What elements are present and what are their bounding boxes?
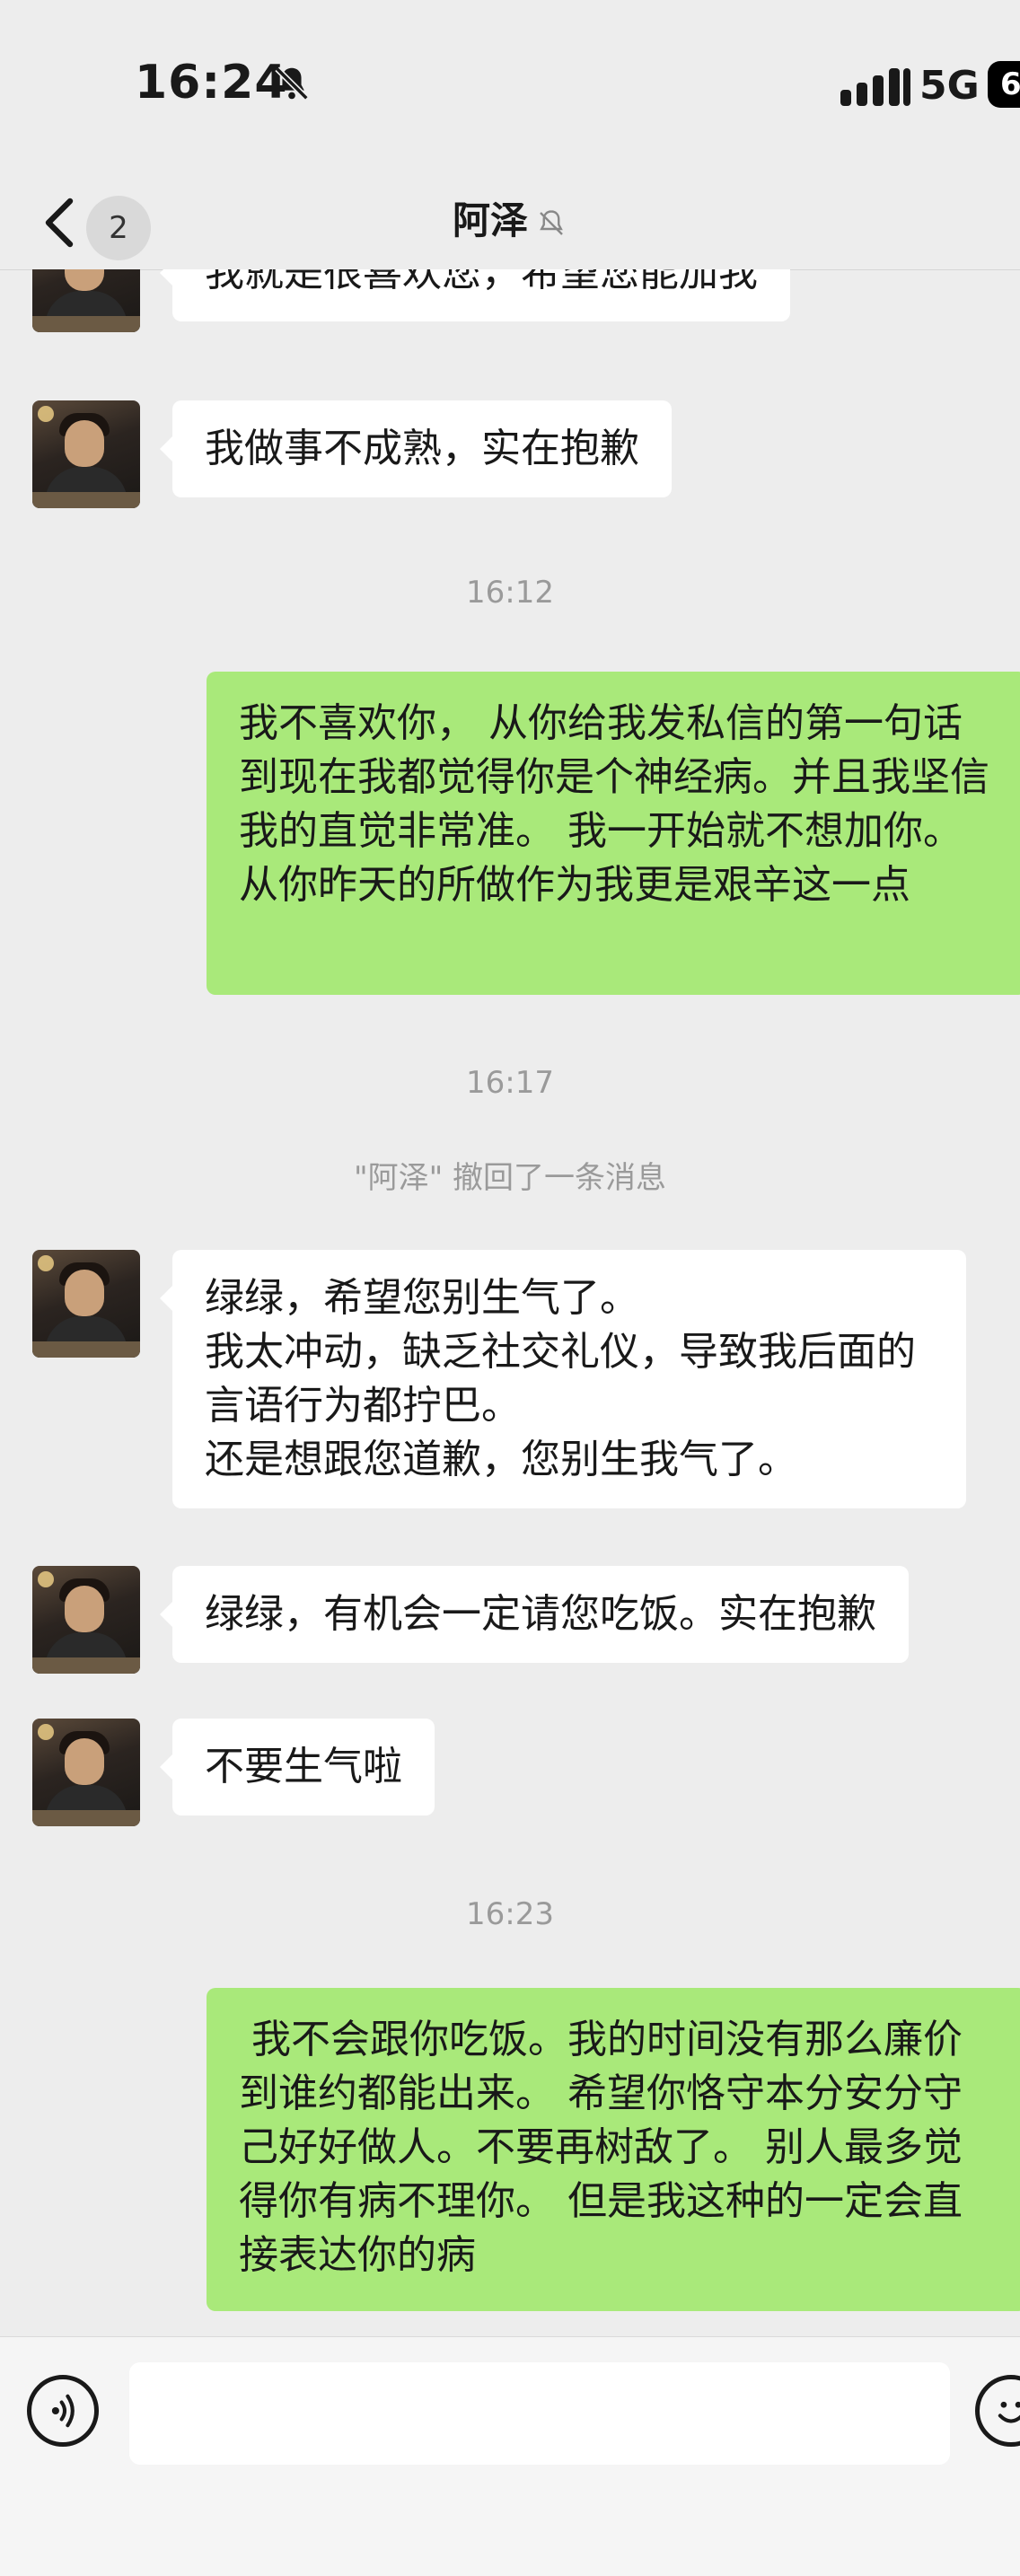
message-row: 我不喜欢你， 从你给我发私信的第一句话到现在我都觉得你是个神经病。并且我坚信我的… — [0, 672, 1020, 995]
avatar-detail — [38, 1571, 54, 1587]
message-row: 我不会跟你吃饭。我的时间没有那么廉价到谁约都能出来。 希望你恪守本分安分守己好好… — [0, 1988, 1020, 2311]
avatar[interactable] — [32, 1566, 140, 1674]
avatar-detail — [32, 492, 140, 508]
avatar-detail — [32, 1810, 140, 1826]
network-type: 5G — [919, 63, 980, 109]
page-title: 阿泽 — [0, 190, 1020, 245]
avatar-detail — [65, 420, 104, 467]
incoming-message[interactable]: 不要生气啦 — [160, 1719, 435, 1816]
incoming-message[interactable]: 我就是很喜欢您，希望您能加我 — [160, 269, 790, 321]
avatar[interactable] — [32, 400, 140, 508]
outgoing-message[interactable]: 我不会跟你吃饭。我的时间没有那么廉价到谁约都能出来。 希望你恪守本分安分守己好好… — [207, 1988, 1020, 2311]
incoming-message[interactable]: 绿绿，有机会一定请您吃饭。实在抱歉 — [160, 1566, 909, 1663]
chat-header: 2 阿泽 — [0, 171, 1020, 270]
emoji-button[interactable] — [975, 2375, 1020, 2447]
avatar-detail — [38, 1255, 54, 1271]
voice-button[interactable] — [27, 2375, 99, 2447]
avatar-detail — [65, 1586, 104, 1632]
avatar-detail — [38, 1724, 54, 1740]
message-row: 我做事不成熟，实在抱歉 — [0, 400, 1020, 508]
message-timestamp: 16:12 — [466, 575, 554, 611]
message-input[interactable] — [129, 2362, 950, 2465]
message-row: 绿绿，希望您别生气了。 我太冲动，缺乏社交礼仪，导致我后面的言语行为都拧巴。 还… — [0, 1250, 1020, 1519]
voice-icon — [51, 2394, 75, 2428]
avatar-detail — [32, 1341, 140, 1358]
message-composer — [0, 2336, 1020, 2576]
message-timestamp: 16:23 — [466, 1896, 554, 1932]
avatar-detail — [32, 1657, 140, 1674]
avatar-detail — [32, 316, 140, 332]
recall-notice: "阿泽" 撤回了一条消息 — [353, 1160, 667, 1196]
emoji-icon — [998, 2401, 1020, 2423]
bell-muted-icon — [540, 209, 563, 235]
incoming-message[interactable]: 我做事不成熟，实在抱歉 — [160, 400, 672, 497]
status-bar: 16:24 5G 6 — [0, 0, 1020, 171]
avatar-detail — [65, 1270, 104, 1316]
avatar[interactable] — [32, 269, 140, 332]
status-time: 16:24 — [135, 56, 288, 110]
outgoing-message[interactable]: 我不喜欢你， 从你给我发私信的第一句话到现在我都觉得你是个神经病。并且我坚信我的… — [207, 672, 1020, 995]
avatar-detail — [65, 1738, 104, 1785]
battery-indicator: 6 — [988, 61, 1020, 108]
incoming-message[interactable]: 绿绿，希望您别生气了。 我太冲动，缺乏社交礼仪，导致我后面的言语行为都拧巴。 还… — [160, 1250, 966, 1508]
signal-icon — [840, 68, 910, 106]
message-row: 不要生气啦 — [0, 1719, 1020, 1826]
message-row: 绿绿，有机会一定请您吃饭。实在抱歉 — [0, 1566, 1020, 1674]
avatar[interactable] — [32, 1250, 140, 1358]
avatar[interactable] — [32, 1719, 140, 1826]
avatar-detail — [65, 269, 104, 291]
avatar-detail — [38, 406, 54, 422]
message-list[interactable]: 我就是很喜欢您，希望您能加我 我做事不成熟，实在抱歉 16:12 我不喜欢你， … — [0, 269, 1020, 2336]
contact-name: 阿泽 — [452, 198, 528, 242]
bell-muted-icon — [275, 66, 309, 101]
message-row: 我就是很喜欢您，希望您能加我 — [0, 269, 1020, 354]
message-timestamp: 16:17 — [466, 1065, 554, 1101]
